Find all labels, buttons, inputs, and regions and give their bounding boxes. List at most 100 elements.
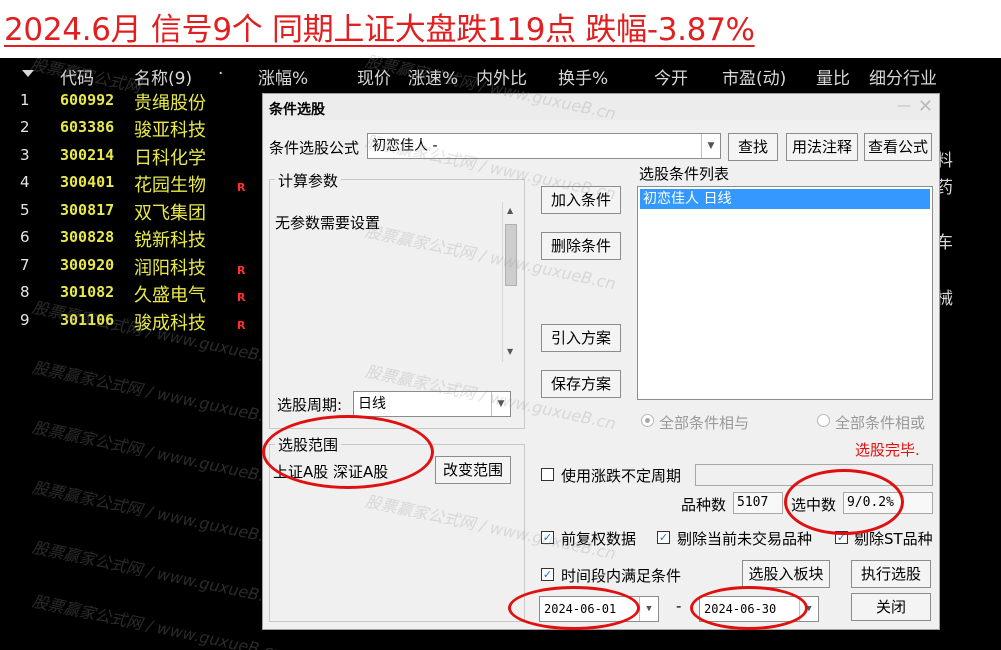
col-header-dot: · [218, 64, 224, 84]
r-badge: R [237, 264, 246, 277]
col-header-industry[interactable]: 细分行业 [869, 64, 937, 89]
stock-name: 贵绳股份 [134, 93, 206, 114]
row-index: 9 [20, 311, 30, 329]
time-range-label: 时间段内满足条件 [561, 567, 682, 585]
use-updown-checkbox[interactable] [541, 468, 554, 481]
date-from-picker[interactable]: 2024-06-01 ▼ [539, 596, 659, 622]
dialog-titlebar[interactable]: 条件选股 — ✕ [263, 94, 939, 120]
stock-code: 300401 [60, 173, 115, 191]
condition-selection-dialog: 条件选股 — ✕ 条件选股公式 初恋佳人 - ▼ 查找 用法注释 查看公式 计算… [262, 52, 940, 630]
table-row[interactable]: 2 603386 骏亚科技 [0, 116, 260, 143]
col-header-pe[interactable]: 市盈(动) [722, 64, 786, 89]
usage-notes-button[interactable]: 用法注释 [786, 133, 858, 161]
table-row[interactable]: 5 300817 双飞集团 [0, 199, 260, 226]
col-header-volratio[interactable]: 量比 [816, 64, 850, 89]
params-scrollbar[interactable]: ▲ ▼ [502, 202, 519, 362]
updown-period-field [695, 464, 933, 486]
stock-name: 骏成科技 [134, 313, 206, 334]
stock-name: 锐新科技 [134, 230, 206, 251]
change-scope-button[interactable]: 改变范围 [435, 456, 511, 484]
execute-selection-button[interactable]: 执行选股 [851, 560, 931, 588]
radio-all-or[interactable] [817, 414, 830, 427]
row-index: 5 [20, 201, 30, 219]
col-header-change[interactable]: 涨幅% [258, 64, 308, 89]
table-row[interactable]: 1 600992 贵绳股份 [0, 89, 260, 116]
radio-all-and-label: 全部条件相与 [659, 414, 750, 432]
row-index: 8 [20, 283, 30, 301]
stock-name: 骏亚科技 [134, 120, 206, 141]
period-select[interactable]: 日线 ▼ [353, 391, 511, 417]
formula-label: 条件选股公式 [269, 139, 360, 157]
add-to-block-button[interactable]: 选股入板块 [742, 560, 830, 588]
row-index: 2 [20, 118, 30, 136]
view-formula-button[interactable]: 查看公式 [864, 133, 932, 161]
chevron-down-icon[interactable]: ▼ [639, 597, 658, 621]
stock-code: 300920 [60, 256, 115, 274]
save-scheme-button[interactable]: 保存方案 [541, 370, 621, 398]
col-header-inout[interactable]: 内外比 [476, 64, 527, 89]
table-row[interactable]: 7 300920 润阳科技 R [0, 254, 260, 281]
formula-select[interactable]: 初恋佳人 - ▼ [367, 133, 721, 159]
exclude-untraded-label: 剔除当前未交易品种 [677, 530, 813, 548]
scope-value: 上证A股 深证A股 [273, 463, 389, 481]
chevron-down-icon[interactable]: ▼ [491, 392, 510, 416]
radio-all-or-label: 全部条件相或 [835, 414, 926, 432]
delete-condition-button[interactable]: 删除条件 [541, 232, 621, 260]
col-header-speed[interactable]: 涨速% [408, 64, 458, 89]
chevron-down-icon[interactable]: ▼ [701, 134, 720, 158]
formula-value: 初恋佳人 - [372, 138, 438, 154]
import-scheme-button[interactable]: 引入方案 [541, 324, 621, 352]
table-row[interactable]: 6 300828 锐新科技 [0, 226, 260, 253]
table-row[interactable]: 9 301106 骏成科技 R [0, 309, 260, 336]
table-row[interactable]: 4 300401 花园生物 R [0, 171, 260, 198]
scroll-up-icon[interactable]: ▲ [507, 206, 513, 215]
col-header-code[interactable]: 代码 [60, 64, 94, 89]
row-index: 6 [20, 228, 30, 246]
close-button[interactable]: 关闭 [851, 593, 931, 621]
row-index: 4 [20, 173, 30, 191]
stock-code: 301082 [60, 283, 115, 301]
condition-list-item[interactable]: 初恋佳人 日线 [640, 189, 930, 209]
time-range-checkbox[interactable]: ✓ [541, 568, 554, 581]
date-from-value: 2024-06-01 [544, 602, 617, 616]
scope-group-label: 选股范围 [275, 434, 342, 455]
stock-name: 润阳科技 [134, 258, 206, 279]
exclude-st-checkbox[interactable]: ✓ [835, 531, 848, 544]
banner-title: 2024.6月 信号9个 同期上证大盘跌119点 跌幅-3.87% [4, 12, 755, 48]
col-header-price[interactable]: 现价 [357, 64, 391, 89]
r-badge: R [237, 181, 246, 194]
stock-name: 花园生物 [134, 175, 206, 196]
find-button[interactable]: 查找 [728, 133, 778, 161]
date-to-value: 2024-06-30 [704, 602, 777, 616]
table-row[interactable]: 8 301082 久盛电气 R [0, 281, 260, 308]
table-row[interactable]: 3 300214 日科化学 [0, 144, 260, 171]
count-value: 5107 [733, 492, 783, 514]
stock-code: 600992 [60, 91, 115, 109]
watermark: 股票赢家公式网 / www.guxueB.cn [30, 591, 285, 650]
exclude-untraded-checkbox[interactable]: ✓ [657, 531, 670, 544]
chevron-down-icon[interactable]: ▼ [799, 597, 818, 621]
status-text: 选股完毕. [855, 441, 920, 459]
stock-code: 300817 [60, 201, 115, 219]
scroll-down-icon[interactable]: ▼ [507, 347, 513, 356]
condition-list[interactable]: 初恋佳人 日线 [637, 186, 933, 400]
adjust-label: 前复权数据 [561, 530, 637, 548]
params-text: 无参数需要设置 [275, 214, 381, 232]
col-header-open[interactable]: 今开 [654, 64, 688, 89]
col-header-name[interactable]: 名称(9) [134, 64, 192, 89]
radio-all-and[interactable] [641, 414, 654, 427]
sort-triangle-icon[interactable] [22, 70, 34, 77]
period-value: 日线 [358, 396, 386, 412]
adjust-checkbox[interactable]: ✓ [541, 531, 554, 544]
selected-value: 9/0.2% [843, 492, 933, 514]
minimize-icon[interactable]: — [897, 98, 911, 114]
date-to-picker[interactable]: 2024-06-30 ▼ [699, 596, 819, 622]
banner: 2024.6月 信号9个 同期上证大盘跌119点 跌幅-3.87% [0, 0, 1001, 58]
r-badge: R [237, 291, 246, 304]
close-icon[interactable]: ✕ [918, 96, 933, 117]
condition-list-label: 选股条件列表 [639, 165, 730, 183]
watermark: 股票赢家公式网 / www.guxueB.cn [30, 357, 285, 430]
add-condition-button[interactable]: 加入条件 [541, 186, 621, 214]
scroll-thumb[interactable] [505, 224, 517, 286]
col-header-turnover[interactable]: 换手% [558, 64, 608, 89]
